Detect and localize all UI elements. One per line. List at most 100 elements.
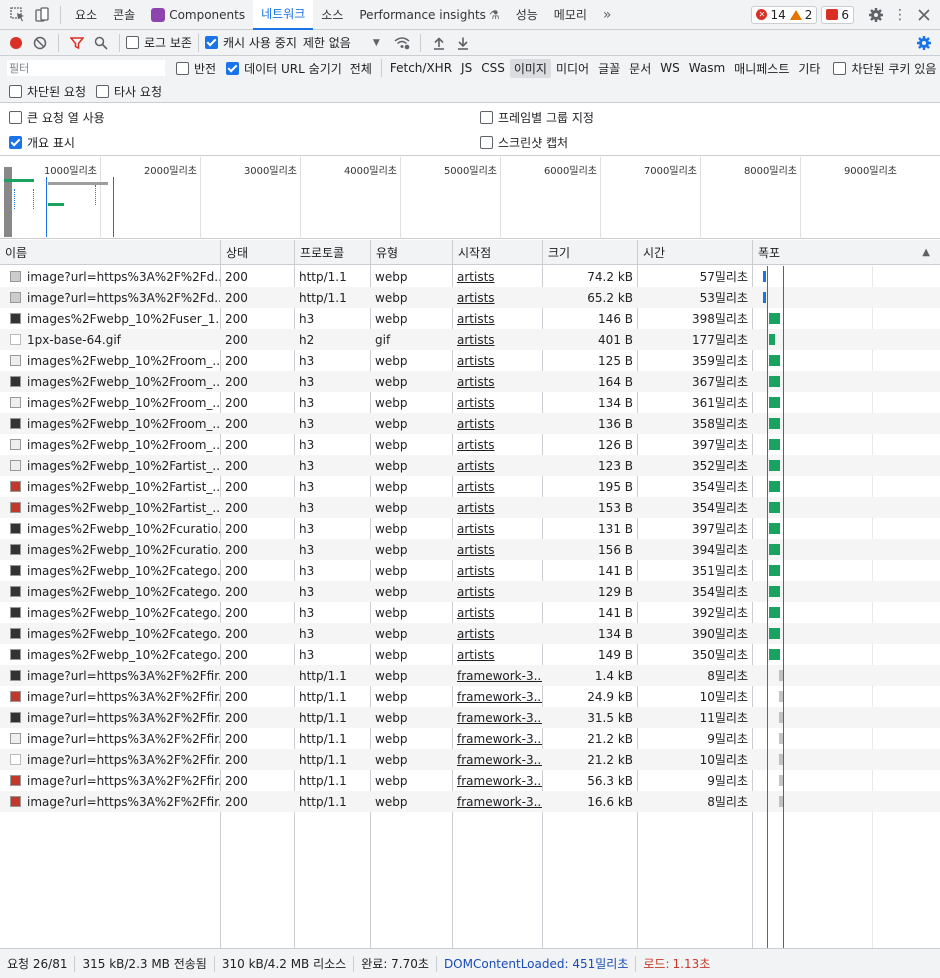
filter-input[interactable]: 필터 [6,59,166,77]
initiator-link[interactable]: framework-3... [457,669,542,683]
initiator-link[interactable]: artists [457,459,495,473]
initiator-link[interactable]: artists [457,585,495,599]
initiator-link[interactable]: artists [457,270,495,284]
filter-type-media[interactable]: 미디어 [552,59,593,78]
initiator-link[interactable]: artists [457,480,495,494]
waterfall-bar[interactable] [769,355,780,366]
filter-type-fetch-xhr[interactable]: Fetch/XHR [386,60,456,76]
column-header-type[interactable]: 유형 [370,240,452,265]
network-settings-gear-icon[interactable] [912,31,936,55]
record-icon[interactable] [4,31,28,55]
device-toolbar-icon[interactable] [30,3,54,27]
import-har-icon[interactable] [427,31,451,55]
tab-components[interactable]: Components [143,0,253,30]
initiator-link[interactable]: framework-3... [457,732,542,746]
table-row[interactable]: image?url=https%3A%2F%2Fd... 200 http/1.1 w… [0,266,940,287]
table-row[interactable]: image?url=https%3A%2F%2Ffir... 200 http/1.… [0,728,940,749]
column-header-size[interactable]: 크기 [542,240,637,265]
filter-type-doc[interactable]: 문서 [625,59,655,78]
initiator-link[interactable]: artists [457,522,495,536]
initiator-link[interactable]: artists [457,501,495,515]
initiator-link[interactable]: artists [457,375,495,389]
big-request-rows-checkbox[interactable]: 큰 요청 열 사용 [9,109,105,126]
waterfall-bar[interactable] [769,523,780,534]
waterfall-bar[interactable] [769,607,780,618]
initiator-link[interactable]: artists [457,354,495,368]
waterfall-bar[interactable] [769,460,780,471]
table-row[interactable]: image?url=https%3A%2F%2Fd... 200 http/1.1 w… [0,287,940,308]
table-row[interactable]: image?url=https%3A%2F%2Ffir... 200 http/1.… [0,686,940,707]
waterfall-bar[interactable] [769,649,780,660]
filter-type-wasm[interactable]: Wasm [685,60,729,76]
column-header-initiator[interactable]: 시작점 [452,240,542,265]
network-conditions-icon[interactable] [390,31,414,55]
more-tabs-button[interactable]: » [595,0,620,30]
table-row[interactable]: images%2Fwebp_10%2Fartist_... 200 h3 webp ar… [0,497,940,518]
table-row[interactable]: images%2Fwebp_10%2Fcatego... 200 h3 webp art… [0,623,940,644]
issues-badge[interactable]: 6 [821,5,854,24]
initiator-link[interactable]: framework-3... [457,690,542,704]
initiator-link[interactable]: artists [457,648,495,662]
waterfall-bar[interactable] [763,271,766,282]
table-row[interactable]: images%2Fwebp_10%2Fartist_... 200 h3 webp ar… [0,455,940,476]
table-row[interactable]: images%2Fwebp_10%2Froom_... 200 h3 webp arti… [0,413,940,434]
network-overview[interactable]: 1000밀리초 2000밀리초 3000밀리초 4000밀리초 5000밀리초 … [0,157,940,239]
waterfall-bar[interactable] [769,628,780,639]
filter-type-js[interactable]: JS [457,60,476,76]
initiator-link[interactable]: framework-3... [457,774,542,788]
initiator-link[interactable]: framework-3... [457,753,542,767]
column-header-waterfall[interactable]: 폭포 ▲ [752,240,940,265]
initiator-link[interactable]: artists [457,417,495,431]
error-count-badge[interactable]: ✕ 14 2 [751,5,818,24]
table-row[interactable]: image?url=https%3A%2F%2Ffir... 200 http/1.… [0,749,940,770]
group-by-frame-checkbox[interactable]: 프레임별 그룹 지정 [480,109,594,126]
initiator-link[interactable]: artists [457,396,495,410]
clear-icon[interactable] [28,31,52,55]
waterfall-bar[interactable] [769,565,780,576]
waterfall-bar[interactable] [769,502,780,513]
search-icon[interactable] [89,31,113,55]
more-options-icon[interactable]: ⋮ [888,3,912,27]
initiator-link[interactable]: framework-3... [457,711,542,725]
table-row[interactable]: images%2Fwebp_10%2Fcatego... 200 h3 webp art… [0,644,940,665]
table-row[interactable]: images%2Fwebp_10%2Fcatego... 200 h3 webp art… [0,581,940,602]
tab-memory[interactable]: 메모리 [546,0,595,30]
filter-type-other[interactable]: 기타 [794,59,824,78]
table-row[interactable]: image?url=https%3A%2F%2Ffir... 200 http/1.… [0,770,940,791]
filter-type-img[interactable]: 이미지 [509,58,551,78]
tab-elements[interactable]: 요소 [67,0,105,30]
initiator-link[interactable]: framework-3... [457,795,542,809]
tab-network[interactable]: 네트워크 [253,0,314,30]
filter-type-font[interactable]: 글꼴 [594,59,624,78]
throttling-select[interactable]: 제한 없음 ▼ [303,34,380,51]
table-row[interactable]: images%2Fwebp_10%2Fcuratio... 200 h3 webp ar… [0,518,940,539]
filter-type-all[interactable]: 전체 [346,59,376,78]
initiator-link[interactable]: artists [457,564,495,578]
initiator-link[interactable]: artists [457,291,495,305]
table-row[interactable]: images%2Fwebp_10%2Fcuratio... 200 h3 webp ar… [0,539,940,560]
initiator-link[interactable]: artists [457,438,495,452]
initiator-link[interactable]: artists [457,606,495,620]
filter-type-ws[interactable]: WS [656,60,683,76]
show-overview-checkbox[interactable]: 개요 표시 [9,134,75,151]
waterfall-bar[interactable] [769,418,780,429]
column-header-time[interactable]: 시간 [637,240,752,265]
waterfall-bar[interactable] [769,481,780,492]
waterfall-bar[interactable] [769,313,780,324]
invert-checkbox[interactable]: 반전 [176,60,216,77]
table-row[interactable]: images%2Fwebp_10%2Froom_... 200 h3 webp arti… [0,392,940,413]
tab-performance[interactable]: 성능 [508,0,546,30]
waterfall-bar[interactable] [763,292,766,303]
waterfall-bar[interactable] [769,334,775,345]
capture-screenshots-checkbox[interactable]: 스크린샷 캡처 [480,134,568,151]
preserve-log-checkbox[interactable]: 로그 보존 [126,34,192,51]
table-row[interactable]: images%2Fwebp_10%2Froom_... 200 h3 webp arti… [0,434,940,455]
table-row[interactable]: images%2Fwebp_10%2Fcatego... 200 h3 webp art… [0,602,940,623]
column-header-status[interactable]: 상태 [220,240,294,265]
table-row[interactable]: images%2Fwebp_10%2Froom_... 200 h3 webp arti… [0,350,940,371]
hide-data-urls-checkbox[interactable]: 데이터 URL 숨기기 [226,60,342,77]
table-row[interactable]: image?url=https%3A%2F%2Ffir... 200 http/1.… [0,791,940,812]
export-har-icon[interactable] [451,31,475,55]
initiator-link[interactable]: artists [457,312,495,326]
table-row[interactable]: images%2Fwebp_10%2Fartist_... 200 h3 webp ar… [0,476,940,497]
